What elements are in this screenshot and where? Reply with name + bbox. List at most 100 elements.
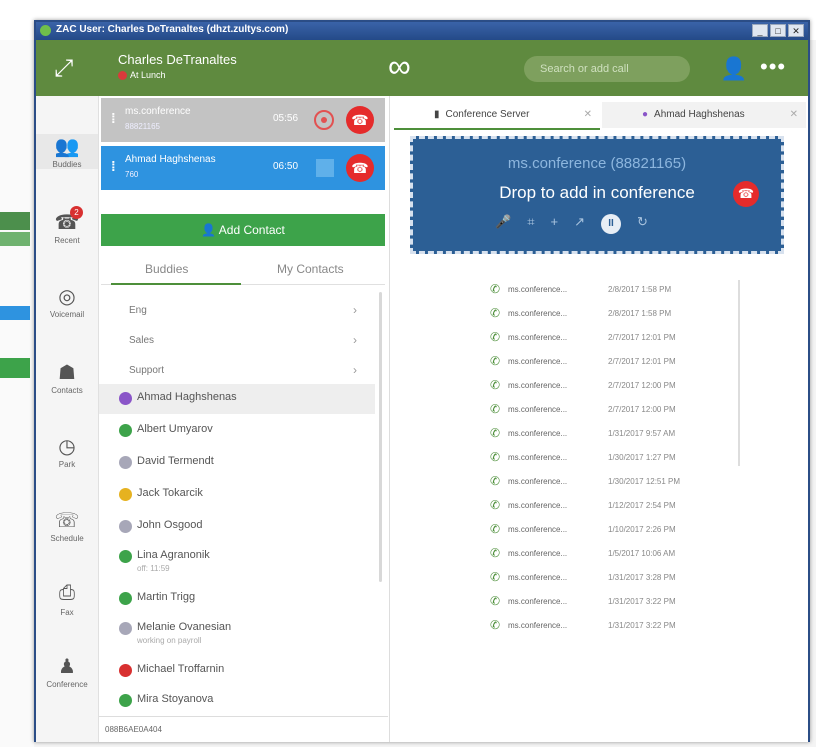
contact-item[interactable]: David Termendt: [99, 448, 375, 478]
presence-icon: [119, 592, 132, 605]
contact-item[interactable]: John Osgood: [99, 512, 375, 542]
history-row[interactable]: ✆ ms.conference... 1/12/2017 2:54 PM: [490, 496, 720, 518]
contact-name: Mira Stoyanova: [137, 693, 214, 705]
history-row[interactable]: ✆ ms.conference... 1/30/2017 1:27 PM: [490, 448, 720, 470]
contact-item[interactable]: Melanie Ovanesian working on payroll: [99, 614, 375, 654]
pause-icon[interactable]: II: [601, 214, 622, 234]
history-name: ms.conference...: [508, 453, 568, 462]
main-panel: ▮ Conference Server ✕ ● Ahmad Haghshenas ✕…: [390, 96, 808, 742]
dialpad-icon[interactable]: ⌗: [527, 214, 534, 234]
record-icon[interactable]: [314, 110, 334, 130]
nav-recent[interactable]: ☎ 2 Recent: [36, 206, 98, 245]
history-name: ms.conference...: [508, 573, 568, 582]
group-support[interactable]: Support ›: [99, 356, 369, 386]
user-status[interactable]: At Lunch: [118, 70, 166, 80]
recent-badge: 2: [70, 206, 83, 219]
history-name: ms.conference...: [508, 501, 568, 510]
history-date: 1/5/2017 10:06 AM: [608, 549, 676, 558]
contact-item[interactable]: Mira Stoyanova: [99, 686, 375, 712]
drag-handle-icon[interactable]: ⁞: [111, 158, 116, 174]
group-sales[interactable]: Sales ›: [99, 326, 369, 356]
transfer-icon[interactable]: ↗: [574, 214, 585, 234]
history-row[interactable]: ✆ ms.conference... 2/7/2017 12:01 PM: [490, 328, 720, 350]
nav-fax[interactable]: ⎙ Fax: [36, 582, 98, 617]
history-row[interactable]: ✆ ms.conference... 2/7/2017 12:01 PM: [490, 352, 720, 374]
fax-icon: ⎙: [59, 582, 75, 604]
contact-item[interactable]: Michael Troffarnin: [99, 656, 375, 686]
tab-buddies[interactable]: Buddies: [145, 262, 188, 276]
window-title: ZAC User: Charles DeTranaltes (dhzt.zult…: [56, 24, 289, 35]
conference-drop-zone[interactable]: ms.conference (88821165) Drop to add in …: [410, 136, 784, 254]
hangup-button[interactable]: ☎: [346, 106, 374, 134]
history-row[interactable]: ✆ ms.conference... 1/31/2017 3:22 PM: [490, 616, 720, 638]
add-participant-icon[interactable]: +: [551, 214, 559, 234]
history-row[interactable]: ✆ ms.conference... 1/31/2017 9:57 AM: [490, 424, 720, 446]
history-row[interactable]: ✆ ms.conference... 2/8/2017 1:58 PM: [490, 304, 720, 326]
outgoing-call-icon: ✆: [490, 522, 501, 536]
nav-voicemail[interactable]: ◎ Voicemail: [36, 284, 98, 319]
contact-item[interactable]: Martin Trigg: [99, 584, 375, 614]
contact-item[interactable]: Ahmad Haghshenas: [99, 384, 375, 414]
active-call-conference[interactable]: ⁞ ms.conference 88821165 05:56 ☎: [101, 98, 385, 142]
more-options-icon[interactable]: •••: [760, 54, 786, 80]
status-dot-icon: [118, 70, 127, 80]
minimize-button[interactable]: _: [752, 24, 768, 37]
tab-my-contacts[interactable]: My Contacts: [277, 262, 344, 276]
mute-icon[interactable]: 🎤: [495, 214, 511, 234]
expand-arrows-icon[interactable]: ⤢: [54, 55, 73, 83]
history-name: ms.conference...: [508, 285, 568, 294]
outgoing-call-icon: ✆: [490, 474, 501, 488]
nav-fax-label: Fax: [60, 608, 74, 617]
close-tab-icon[interactable]: ✕: [790, 102, 798, 128]
history-row[interactable]: ✆ ms.conference... 2/8/2017 1:58 PM: [490, 280, 720, 302]
nav-buddies[interactable]: 👥 Buddies: [36, 134, 98, 169]
recent-calls-icon: ☎ 2: [36, 206, 98, 234]
history-date: 1/30/2017 12:51 PM: [608, 477, 681, 486]
search-input[interactable]: Search or add call: [524, 56, 690, 82]
add-contact-button[interactable]: 👤 Add Contact: [101, 214, 385, 246]
voicemail-icon: ◎: [58, 286, 76, 308]
park-call-icon[interactable]: ↻: [637, 214, 648, 234]
history-row[interactable]: ✆ ms.conference... 1/31/2017 3:22 PM: [490, 592, 720, 614]
history-date: 2/7/2017 12:01 PM: [608, 357, 676, 366]
conference-name: ms.conference (88821165): [507, 155, 687, 172]
history-row[interactable]: ✆ ms.conference... 2/7/2017 12:00 PM: [490, 376, 720, 398]
active-call-ahmad[interactable]: ⁞ Ahmad Haghshenas 760 06:50 ☎: [101, 146, 385, 190]
maximize-button[interactable]: □: [770, 24, 786, 37]
close-window-button[interactable]: ✕: [788, 24, 804, 37]
hangup-conference-button[interactable]: ☎: [733, 181, 759, 207]
nav-park-label: Park: [58, 460, 76, 469]
history-name: ms.conference...: [508, 429, 568, 438]
user-name[interactable]: Charles DeTranaltes: [118, 52, 237, 67]
contacts-icon: ☗: [58, 362, 76, 384]
tab-underline: [111, 283, 241, 285]
stop-record-icon[interactable]: [316, 159, 334, 177]
group-eng[interactable]: Eng ›: [99, 296, 369, 326]
history-row[interactable]: ✆ ms.conference... 1/5/2017 10:06 AM: [490, 544, 720, 566]
nav-contacts[interactable]: ☗ Contacts: [36, 360, 98, 395]
history-row[interactable]: ✆ ms.conference... 2/7/2017 12:00 PM: [490, 400, 720, 422]
contact-item[interactable]: Albert Umyarov: [99, 416, 375, 446]
hangup-button[interactable]: ☎: [346, 154, 374, 182]
history-row[interactable]: ✆ ms.conference... 1/31/2017 3:28 PM: [490, 568, 720, 590]
history-row[interactable]: ✆ ms.conference... 1/30/2017 12:51 PM: [490, 472, 720, 494]
drag-handle-icon[interactable]: ⁞: [111, 110, 116, 126]
close-tab-icon[interactable]: ✕: [584, 102, 592, 128]
history-date: 1/31/2017 3:28 PM: [608, 573, 676, 582]
history-date: 2/7/2017 12:00 PM: [608, 405, 676, 414]
tab-ahmad-haghshenas[interactable]: ● Ahmad Haghshenas ✕: [602, 102, 806, 128]
tab-conference-server[interactable]: ▮ Conference Server ✕: [394, 102, 600, 130]
contact-item[interactable]: Lina Agranonik off: 11:59: [99, 542, 375, 582]
buddies-icon: 👥: [54, 136, 80, 158]
nav-schedule-label: Schedule: [50, 534, 84, 543]
nav-park[interactable]: ◷ Park: [36, 434, 98, 469]
nav-schedule[interactable]: ☏ Schedule: [36, 508, 98, 543]
history-scrollbar[interactable]: [738, 280, 740, 466]
nav-conference[interactable]: ♟ Conference: [36, 654, 98, 689]
buddy-list-scrollbar[interactable]: [379, 292, 382, 582]
history-row[interactable]: ✆ ms.conference... 1/10/2017 2:26 PM: [490, 520, 720, 542]
contact-item[interactable]: Jack Tokarcik: [99, 480, 375, 510]
history-date: 1/31/2017 3:22 PM: [608, 597, 676, 606]
add-user-icon[interactable]: 👤: [720, 56, 747, 82]
nav-recent-label: Recent: [54, 236, 80, 245]
